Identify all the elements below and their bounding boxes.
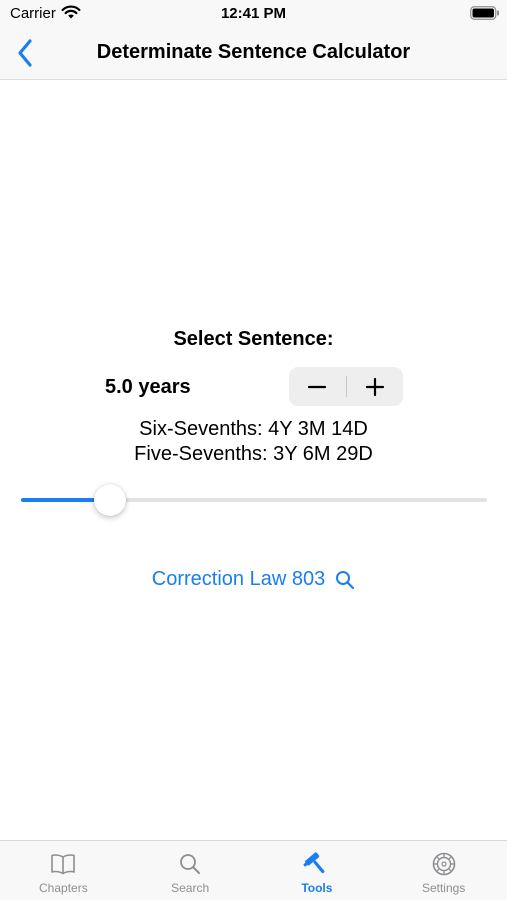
- correction-law-label: Correction Law 803: [151, 568, 326, 590]
- decrement-button[interactable]: [289, 367, 346, 406]
- tab-bar: Chapters Search Tools Settings: [0, 840, 507, 900]
- gear-icon: [431, 851, 457, 877]
- select-sentence-label: Select Sentence:: [173, 328, 334, 350]
- correction-law-link[interactable]: Correction Law 803: [0, 568, 507, 591]
- tab-chapters[interactable]: Chapters: [0, 841, 127, 900]
- page-title: Determinate Sentence Calculator: [96, 41, 411, 63]
- search-icon: [335, 570, 355, 590]
- sentence-years-value: 5.0 years: [105, 376, 191, 398]
- five-sevenths-result: Five-Sevenths: 3Y 6M 29D: [134, 443, 373, 465]
- increment-button[interactable]: [347, 367, 404, 406]
- status-time: 12:41 PM: [220, 5, 287, 22]
- book-icon: [50, 851, 76, 877]
- sentence-slider[interactable]: [21, 484, 487, 516]
- hammer-icon: [303, 851, 331, 877]
- battery-icon: [470, 6, 500, 25]
- tab-settings[interactable]: Settings: [380, 841, 507, 900]
- minus-icon: [308, 385, 327, 388]
- navigation-bar: Determinate Sentence Calculator: [0, 28, 507, 80]
- tab-label-search: Search: [171, 881, 210, 895]
- slider-thumb[interactable]: [94, 484, 126, 516]
- screen: Carrier 12:41 PM Determinate Sentence Ca…: [0, 0, 507, 900]
- plus-icon: [365, 377, 384, 396]
- six-sevenths-result: Six-Sevenths: 4Y 3M 14D: [139, 418, 368, 440]
- tab-label-tools: Tools: [301, 881, 333, 895]
- sentence-stepper: [289, 367, 403, 406]
- tab-label-chapters: Chapters: [39, 881, 88, 895]
- tab-search[interactable]: Search: [127, 841, 254, 900]
- tab-label-settings: Settings: [421, 881, 466, 895]
- tab-tools[interactable]: Tools: [254, 841, 381, 900]
- search-icon: [178, 851, 202, 877]
- status-bar: Carrier 12:41 PM: [0, 0, 507, 28]
